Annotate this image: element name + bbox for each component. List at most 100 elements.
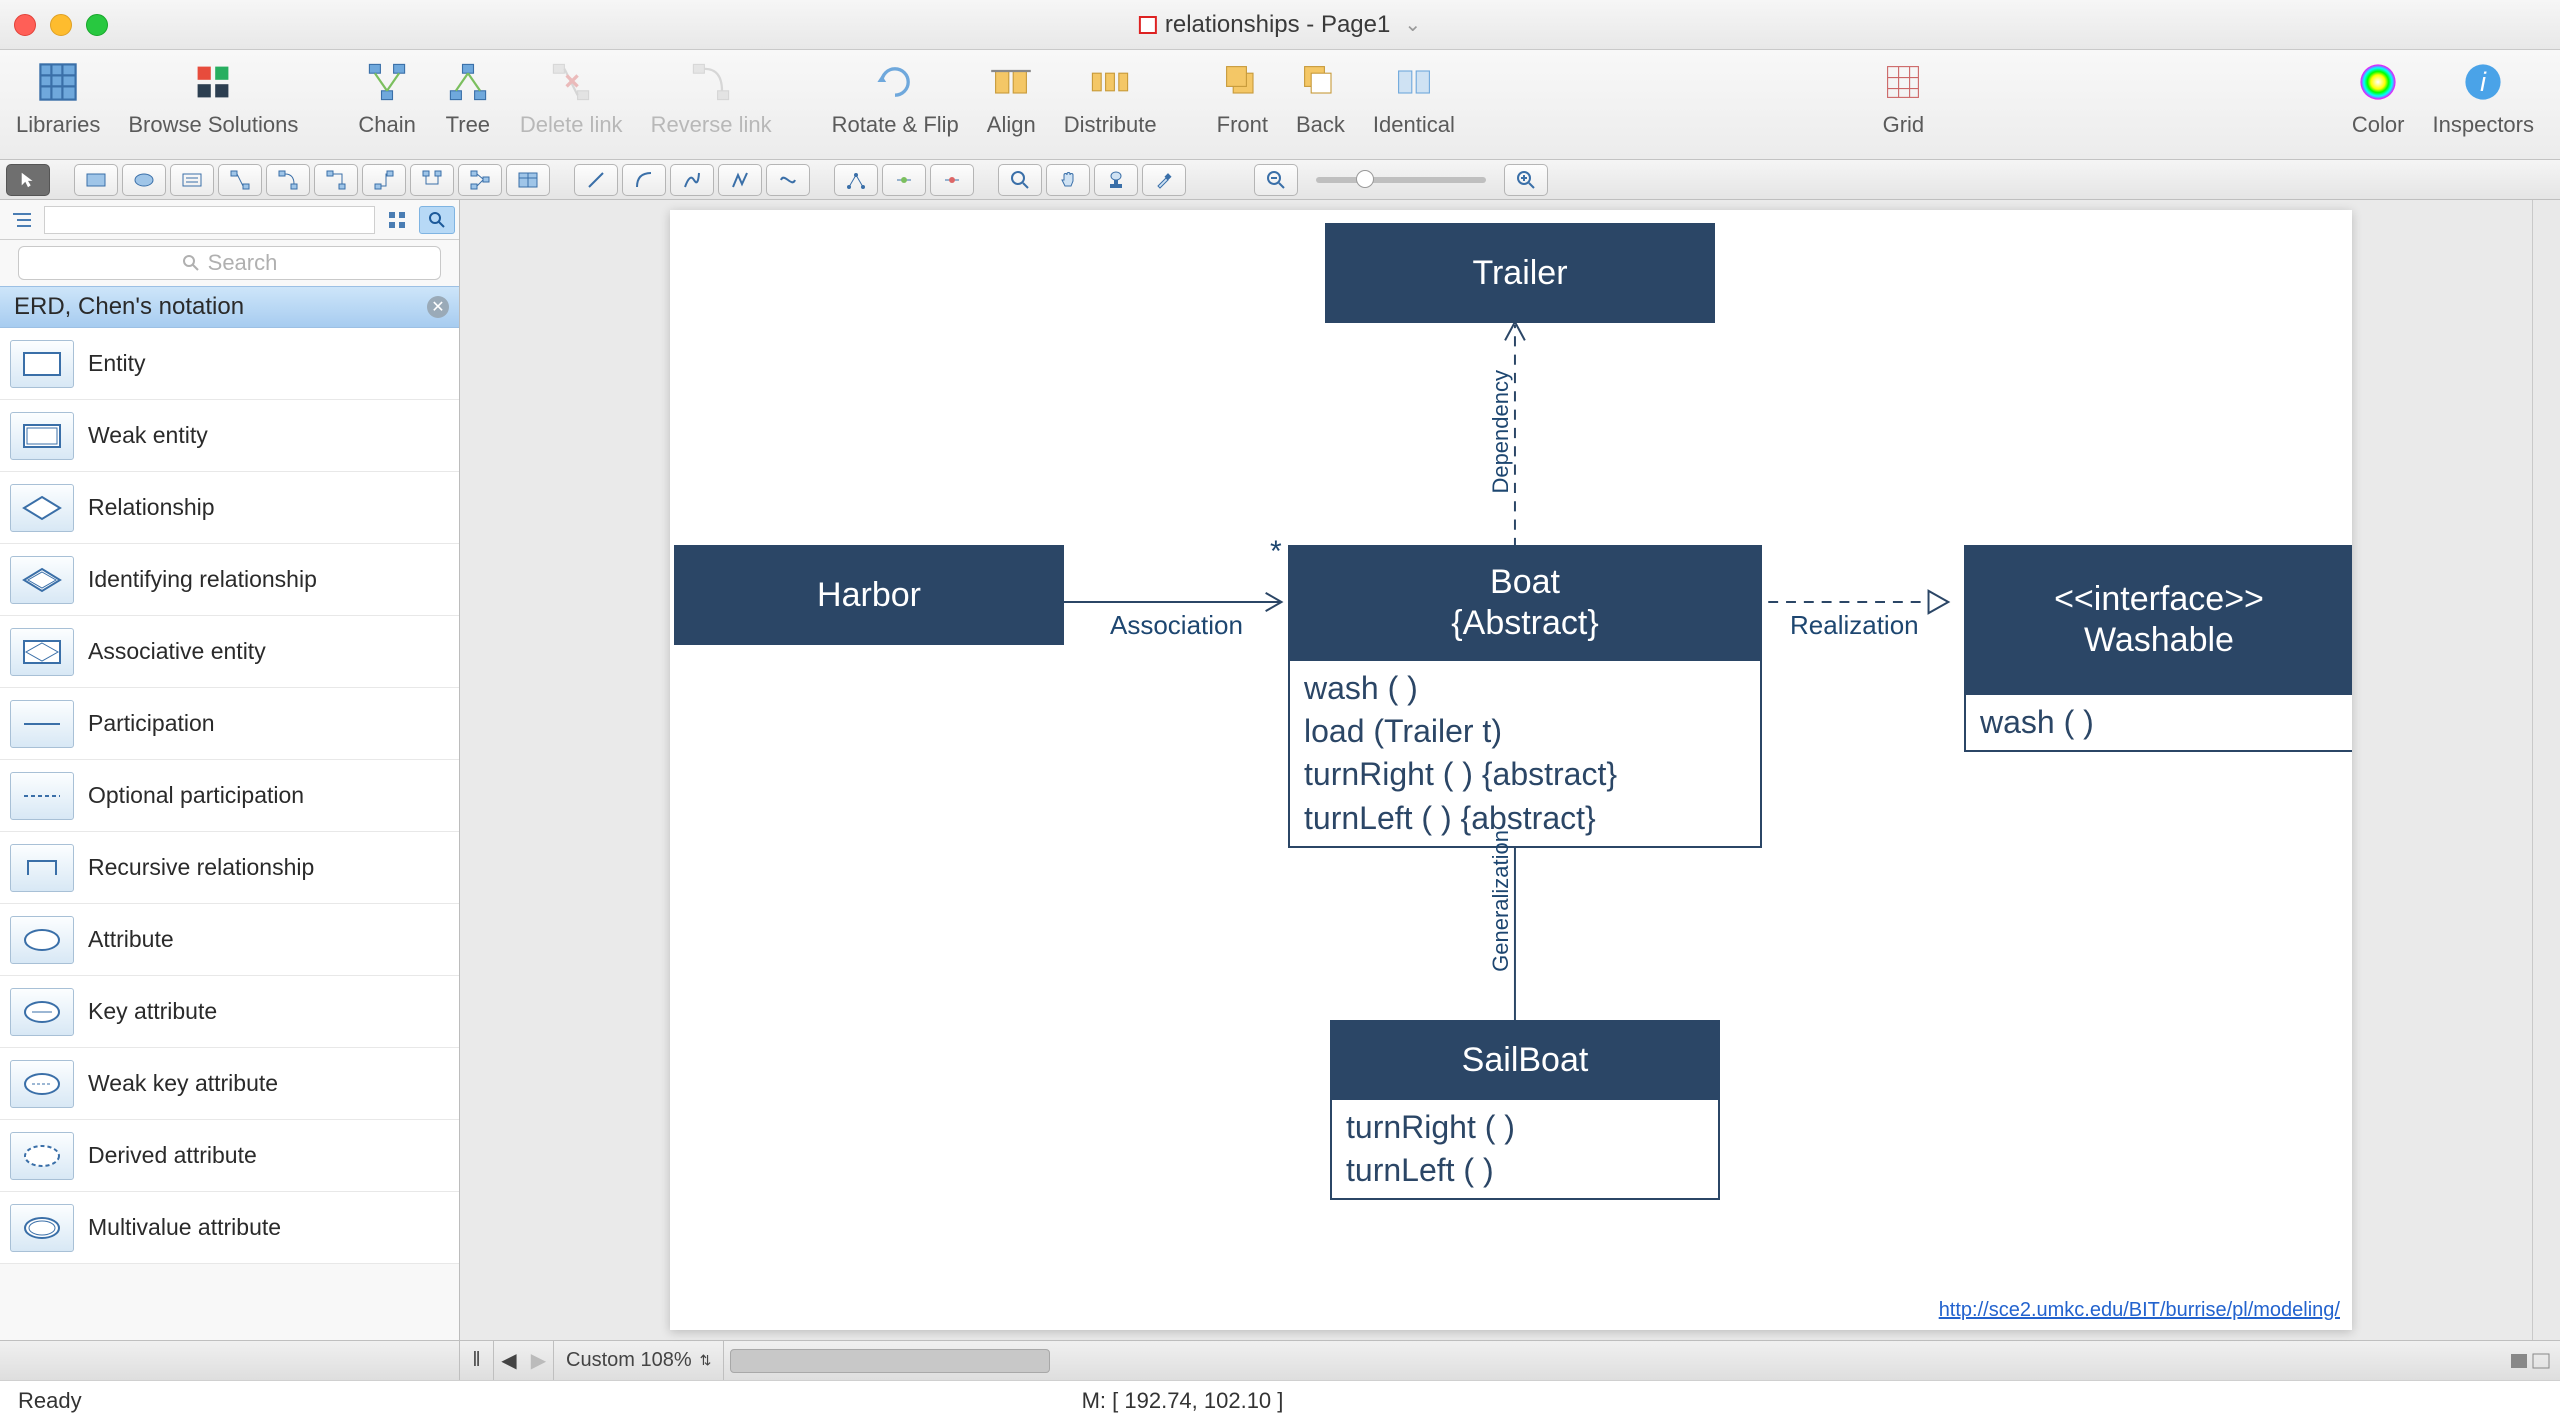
library-close-button[interactable]: ✕ [427, 296, 449, 318]
inspectors-button[interactable]: i Inspectors [2433, 58, 2535, 138]
polyline-tool[interactable] [718, 164, 762, 196]
color-label: Color [2352, 112, 2405, 138]
connector-1-tool[interactable] [218, 164, 262, 196]
library-item-associative-entity[interactable]: Associative entity [0, 616, 459, 688]
browse-solutions-button[interactable]: Browse Solutions [128, 58, 298, 138]
uml-class-sailboat[interactable]: SailBoat turnRight ( ) turnLeft ( ) [1330, 1020, 1720, 1200]
connector-4-tool[interactable] [362, 164, 406, 196]
sidebar-dropdown[interactable] [44, 206, 375, 234]
inspectors-icon: i [2459, 58, 2507, 106]
zoom-in-button[interactable] [1504, 164, 1548, 196]
titlebar: relationships - Page1 ⌄ [0, 0, 2560, 50]
chain-icon [363, 58, 411, 106]
zoom-level-dropdown[interactable]: Custom 108% ⇅ [554, 1341, 724, 1380]
identical-button[interactable]: Identical [1373, 58, 1455, 138]
connector-6-tool[interactable] [458, 164, 502, 196]
distribute-button[interactable]: Distribute [1064, 58, 1157, 138]
pointer-tool[interactable] [6, 164, 50, 196]
color-button[interactable]: Color [2352, 58, 2405, 138]
spline-tool[interactable] [670, 164, 714, 196]
page-next-button[interactable]: ▶ [524, 1341, 554, 1380]
arc-tool[interactable] [622, 164, 666, 196]
multiplicity-label: * [1270, 535, 1282, 569]
library-item-derived-attribute[interactable]: Derived attribute [0, 1120, 459, 1192]
library-item-attribute[interactable]: Attribute [0, 904, 459, 976]
tree-button[interactable]: Tree [444, 58, 492, 138]
tree-label: Tree [446, 112, 490, 138]
ellipse-tool[interactable] [122, 164, 166, 196]
identical-label: Identical [1373, 112, 1455, 138]
uml-class-harbor[interactable]: Harbor [674, 545, 1064, 645]
grid-button[interactable]: Grid [1879, 58, 1927, 138]
library-item-participation[interactable]: Participation [0, 688, 459, 760]
zoom-tool[interactable] [998, 164, 1042, 196]
rect-tool[interactable] [74, 164, 118, 196]
chevron-down-icon: ⌄ [1404, 12, 1421, 37]
vertical-scrollbar[interactable] [2532, 200, 2560, 1340]
library-header[interactable]: ERD, Chen's notation ✕ [0, 286, 459, 328]
mouse-coords: M: [ 192.74, 102.10 ] [1082, 1388, 1284, 1414]
stamp-tool[interactable] [1094, 164, 1138, 196]
dependency-label: Dependency [1488, 370, 1514, 494]
bezier-tool[interactable] [766, 164, 810, 196]
connector-5-tool[interactable] [410, 164, 454, 196]
chain-button[interactable]: Chain [358, 58, 415, 138]
association-label: Association [1110, 610, 1243, 641]
library-item-entity[interactable]: Entity [0, 328, 459, 400]
zoom-slider[interactable] [1316, 177, 1486, 183]
library-list: Entity Weak entity Relationship Identify… [0, 328, 459, 1340]
connector-3-tool[interactable] [314, 164, 358, 196]
distribute-icon [1086, 58, 1134, 106]
delete-link-button[interactable]: Delete link [520, 58, 623, 138]
library-item-relationship[interactable]: Relationship [0, 472, 459, 544]
library-item-multivalue-attribute[interactable]: Multivalue attribute [0, 1192, 459, 1264]
horizontal-scrollbar[interactable] [724, 1341, 2500, 1380]
library-item-weak-key-attribute[interactable]: Weak key attribute [0, 1048, 459, 1120]
uml-interface-washable[interactable]: <<interface>> Washable wash ( ) [1964, 545, 2352, 752]
reference-link[interactable]: http://sce2.umkc.edu/BIT/burrise/pl/mode… [1939, 1299, 2340, 1322]
library-item-key-attribute[interactable]: Key attribute [0, 976, 459, 1048]
canvas[interactable]: Trailer Harbor Boat {Abstract} wash ( ) … [670, 210, 2352, 1330]
uml-class-trailer[interactable]: Trailer [1325, 223, 1715, 323]
front-button[interactable]: Front [1217, 58, 1268, 138]
text-block-tool[interactable] [170, 164, 214, 196]
sidebar-search-toggle[interactable] [419, 206, 455, 234]
zoom-out-button[interactable] [1254, 164, 1298, 196]
library-item-weak-entity[interactable]: Weak entity [0, 400, 459, 472]
close-window-button[interactable] [14, 14, 36, 36]
rotate-flip-label: Rotate & Flip [832, 112, 959, 138]
add-point-tool[interactable] [882, 164, 926, 196]
view-mode-toggle[interactable] [2500, 1341, 2560, 1380]
library-item-optional-participation[interactable]: Optional participation [0, 760, 459, 832]
minimize-window-button[interactable] [50, 14, 72, 36]
align-button[interactable]: Align [987, 58, 1036, 138]
line-tool[interactable] [574, 164, 618, 196]
browse-solutions-icon [189, 58, 237, 106]
panel-toggle[interactable]: ‖ [460, 1341, 494, 1380]
front-icon [1218, 58, 1266, 106]
page-prev-button[interactable]: ◀ [494, 1341, 524, 1380]
outline-toggle[interactable] [4, 206, 40, 234]
connector-2-tool[interactable] [266, 164, 310, 196]
back-label: Back [1296, 112, 1345, 138]
libraries-button[interactable]: Libraries [16, 58, 100, 138]
window-controls [14, 14, 108, 36]
uml-class-boat[interactable]: Boat {Abstract} wash ( ) load (Trailer t… [1288, 545, 1762, 848]
window-title[interactable]: relationships - Page1 ⌄ [1139, 11, 1421, 39]
eyedropper-tool[interactable] [1142, 164, 1186, 196]
reverse-link-icon [687, 58, 735, 106]
delete-point-tool[interactable] [930, 164, 974, 196]
rotate-flip-button[interactable]: Rotate & Flip [832, 58, 959, 138]
reverse-link-button[interactable]: Reverse link [651, 58, 772, 138]
sidebar-search-input[interactable]: Search [18, 246, 441, 280]
hand-tool[interactable] [1046, 164, 1090, 196]
edit-points-tool[interactable] [834, 164, 878, 196]
grid-view-toggle[interactable] [379, 206, 415, 234]
table-tool[interactable] [506, 164, 550, 196]
library-item-identifying-relationship[interactable]: Identifying relationship [0, 544, 459, 616]
chevron-updown-icon: ⇅ [700, 1352, 712, 1369]
zoom-window-button[interactable] [86, 14, 108, 36]
library-item-recursive-relationship[interactable]: Recursive relationship [0, 832, 459, 904]
back-button[interactable]: Back [1296, 58, 1345, 138]
grid-label: Grid [1883, 112, 1925, 138]
